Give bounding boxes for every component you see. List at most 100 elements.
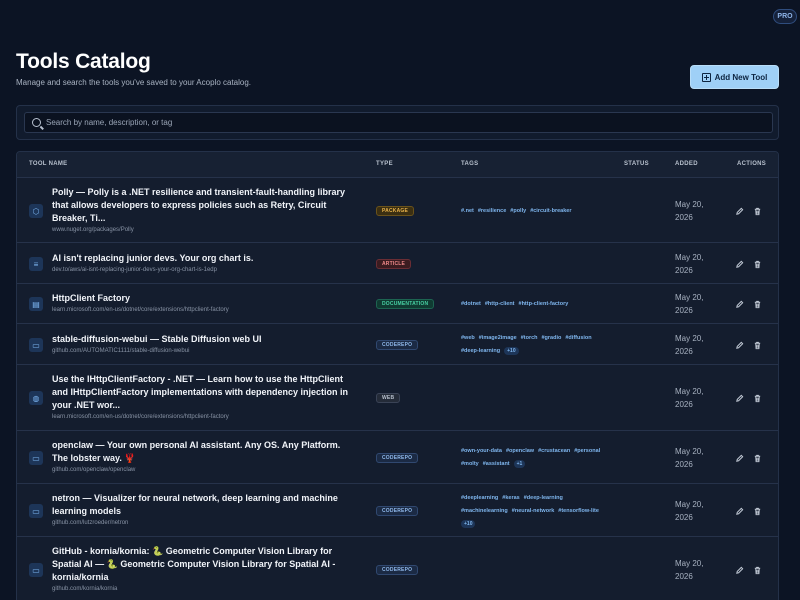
tag[interactable]: #http-client (485, 300, 515, 308)
tag-list: #dotnet #http-client #http-client-factory (461, 300, 611, 308)
edit-icon[interactable] (735, 341, 744, 350)
tool-name[interactable]: Use the IHttpClientFactory - .NET — Lear… (52, 373, 352, 412)
article-icon: ≡ (29, 257, 43, 271)
tag[interactable]: #polly (510, 207, 526, 215)
added-date: May 20, 2026 (675, 200, 704, 222)
trash-icon[interactable] (753, 260, 762, 269)
trash-icon[interactable] (753, 566, 762, 575)
table-row[interactable]: ⬡ Polly — Polly is a .NET resilience and … (17, 178, 778, 243)
table-row[interactable]: ▭ openclaw — Your own personal AI assista… (17, 431, 778, 484)
tool-url[interactable]: github.com/kornia/kornia (52, 586, 117, 592)
search-input[interactable] (46, 118, 746, 127)
tag[interactable]: #web (461, 334, 475, 342)
added-date: May 20, 2026 (675, 447, 704, 469)
table-row[interactable]: ▭ GitHub - kornia/kornia: 🐍 Geometric Com… (17, 537, 778, 600)
edit-icon[interactable] (735, 454, 744, 463)
tool-url[interactable]: github.com/lutzroeder/netron (52, 520, 128, 526)
column-header-tags[interactable]: TAGS (461, 161, 478, 167)
tag[interactable]: #circuit-breaker (530, 207, 571, 215)
tag[interactable]: #keras (502, 494, 519, 502)
tag[interactable]: #deep-learning (461, 347, 500, 355)
edit-icon[interactable] (735, 566, 744, 575)
trash-icon[interactable] (753, 394, 762, 403)
tag[interactable]: #resilience (478, 207, 506, 215)
added-date: May 20, 2026 (675, 334, 704, 356)
edit-icon[interactable] (735, 394, 744, 403)
trash-icon[interactable] (753, 454, 762, 463)
added-date: May 20, 2026 (675, 293, 704, 315)
tag[interactable]: #dotnet (461, 300, 481, 308)
tool-url[interactable]: github.com/AUTOMATIC1111/stable-diffusio… (52, 348, 189, 354)
tag[interactable]: #torch (521, 334, 538, 342)
tag[interactable]: #machinelearning (461, 507, 508, 515)
type-badge: PACKAGE (376, 206, 415, 216)
added-date: May 20, 2026 (675, 559, 704, 581)
type-badge: CODEREPO (376, 506, 419, 516)
trash-icon[interactable] (753, 507, 762, 516)
tag[interactable]: #personal (574, 447, 600, 455)
trash-icon[interactable] (753, 341, 762, 350)
type-badge: CODEREPO (376, 340, 419, 350)
tool-name[interactable]: Polly — Polly is a .NET resilience and t… (52, 186, 352, 225)
column-header-status[interactable]: STATUS (624, 161, 649, 167)
column-header-added[interactable]: ADDED (675, 161, 698, 167)
edit-icon[interactable] (735, 207, 744, 216)
tool-url[interactable]: www.nuget.org/packages/Polly (52, 227, 134, 233)
tool-url[interactable]: github.com/openclaw/openclaw (52, 467, 135, 473)
tag[interactable]: #neural-network (512, 507, 554, 515)
tag-list: #own-your-data #openclaw #crustacean #perso… (461, 447, 611, 468)
code-repo-icon: ▭ (29, 338, 43, 352)
tag[interactable]: #deeplearning (461, 494, 498, 502)
tag[interactable]: #crustacean (538, 447, 570, 455)
more-tags-badge[interactable]: +10 (504, 347, 519, 355)
tool-name[interactable]: openclaw — Your own personal AI assistan… (52, 439, 352, 465)
tool-name[interactable]: stable-diffusion-webui — Stable Diffusio… (52, 333, 352, 346)
tool-name[interactable]: AI isn't replacing junior devs. Your org… (52, 252, 352, 265)
search-box[interactable] (24, 112, 773, 133)
type-badge: CODEREPO (376, 565, 419, 575)
trash-icon[interactable] (753, 207, 762, 216)
tag[interactable]: #deep-learning (524, 494, 563, 502)
tag-list: #.net #resilience #polly #circuit-breaker (461, 207, 611, 215)
added-date: May 20, 2026 (675, 253, 704, 275)
more-tags-badge[interactable]: +1 (513, 460, 526, 468)
code-repo-icon: ▭ (29, 451, 43, 465)
tag[interactable]: #http-client-factory (519, 300, 569, 308)
edit-icon[interactable] (735, 300, 744, 309)
tools-table: TOOL NAME TYPE TAGS STATUS ADDED ACTIONS… (16, 151, 779, 600)
table-row[interactable]: ◍ Use the IHttpClientFactory - .NET — Lea… (17, 365, 778, 431)
trash-icon[interactable] (753, 300, 762, 309)
page-subtitle: Manage and search the tools you've saved… (16, 78, 252, 87)
column-header-type[interactable]: TYPE (376, 161, 393, 167)
edit-icon[interactable] (735, 260, 744, 269)
tag[interactable]: #diffusion (565, 334, 591, 342)
edit-icon[interactable] (735, 507, 744, 516)
tag[interactable]: #tensorflow-lite (558, 507, 599, 515)
type-badge: CODEREPO (376, 453, 419, 463)
tool-url[interactable]: learn.microsoft.com/en-us/dotnet/core/ex… (52, 414, 229, 420)
tag[interactable]: #assistant (483, 460, 510, 468)
table-header: TOOL NAME TYPE TAGS STATUS ADDED ACTIONS (17, 152, 778, 178)
column-header-tool-name[interactable]: TOOL NAME (29, 161, 67, 167)
tool-url[interactable]: learn.microsoft.com/en-us/dotnet/core/ex… (52, 307, 229, 313)
tool-name[interactable]: netron — Visualizer for neural network, … (52, 492, 352, 518)
table-row[interactable]: ≡ AI isn't replacing junior devs. Your or… (17, 243, 778, 284)
tag[interactable]: #.net (461, 207, 474, 215)
tool-name[interactable]: GitHub - kornia/kornia: 🐍 Geometric Comp… (52, 545, 352, 584)
tool-name[interactable]: HttpClient Factory (52, 292, 352, 305)
tag[interactable]: #molty (461, 460, 479, 468)
table-row[interactable]: ▤ HttpClient Factory learn.microsoft.com/e… (17, 284, 778, 324)
tag[interactable]: #image2image (479, 334, 517, 342)
added-date: May 20, 2026 (675, 500, 704, 522)
plus-square-icon (701, 72, 711, 82)
tag[interactable]: #gradio (542, 334, 562, 342)
table-row[interactable]: ▭ netron — Visualizer for neural network,… (17, 484, 778, 537)
type-badge: DOCUMENTATION (376, 299, 435, 309)
add-new-tool-button[interactable]: Add New Tool (690, 65, 779, 89)
table-row[interactable]: ▭ stable-diffusion-webui — Stable Diffusi… (17, 324, 778, 365)
tool-url[interactable]: dev.to/aws/ai-isnt-replacing-junior-devs… (52, 267, 217, 273)
more-tags-badge[interactable]: +10 (461, 520, 476, 528)
tag[interactable]: #openclaw (506, 447, 534, 455)
tag[interactable]: #own-your-data (461, 447, 502, 455)
package-icon: ⬡ (29, 204, 43, 218)
